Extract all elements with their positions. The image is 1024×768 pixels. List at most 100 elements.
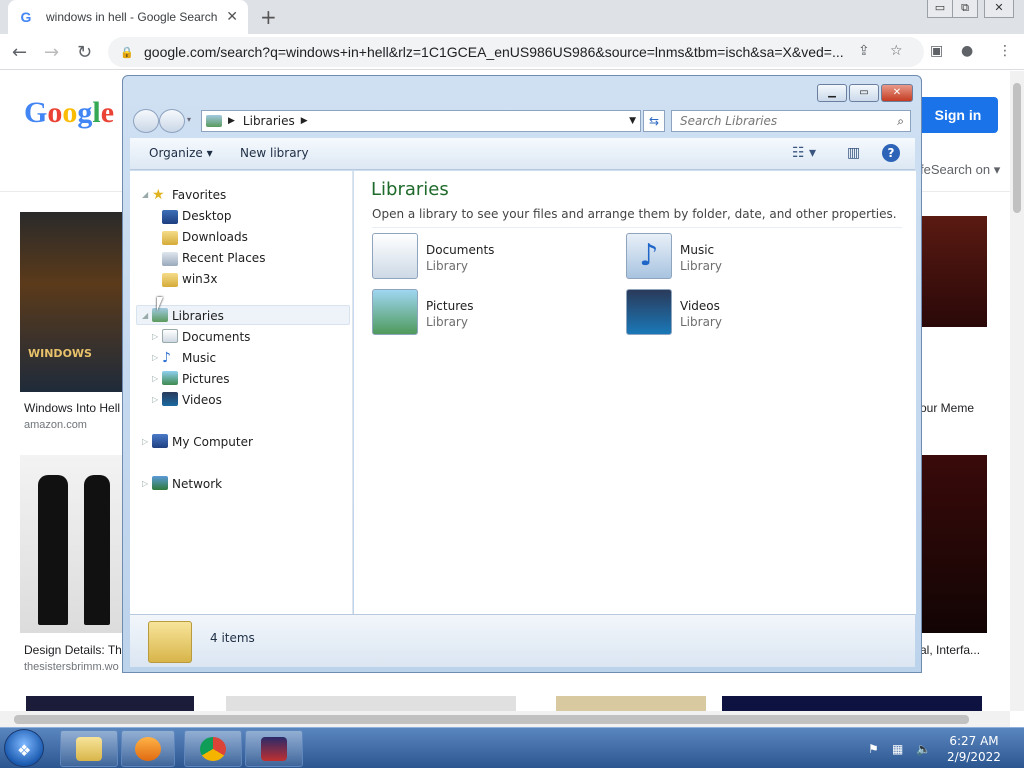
- lock-icon: 🔒: [120, 46, 134, 59]
- collapse-triangle-icon[interactable]: ▷: [142, 479, 148, 488]
- network-icon: [152, 476, 168, 490]
- result-caption[interactable]: our Meme: [920, 401, 974, 415]
- address-dropdown-icon[interactable]: ▼: [629, 116, 636, 126]
- taskbar-dosbox-button[interactable]: [245, 730, 303, 767]
- page-vertical-scrollbar[interactable]: [1010, 71, 1024, 711]
- library-name: Documents: [426, 243, 495, 257]
- nav-pictures[interactable]: Pictures: [182, 372, 230, 386]
- pictures-icon: [162, 371, 178, 385]
- search-icon[interactable]: ⌕: [897, 111, 904, 131]
- library-name: Videos: [680, 299, 720, 313]
- explorer-command-bar: Organize ▾ New library ☷ ▾ ▥ ?: [130, 138, 915, 170]
- breadcrumb-arrow-icon[interactable]: ▶: [228, 116, 235, 126]
- browser-toolbar: ← → ↻ 🔒 google.com/search?q=windows+in+h…: [0, 34, 1024, 70]
- collapse-triangle-icon[interactable]: ▷: [152, 332, 158, 341]
- result-caption[interactable]: Design Details: Th: [24, 643, 122, 657]
- taskbar-chrome-button[interactable]: [184, 730, 242, 767]
- nav-my-computer[interactable]: My Computer: [172, 435, 253, 449]
- taskbar-media-player-button[interactable]: [121, 730, 175, 767]
- browser-close-button[interactable]: ✕: [984, 0, 1014, 18]
- windows-logo-icon: ❖: [17, 741, 32, 760]
- tab-close-icon[interactable]: ✕: [226, 9, 238, 25]
- computer-icon: [152, 434, 168, 448]
- profile-avatar-icon[interactable]: ●: [961, 43, 973, 59]
- explorer-minimize-button[interactable]: ▁: [817, 84, 847, 102]
- result-source[interactable]: thesistersbrimm.wo: [24, 661, 119, 673]
- share-icon[interactable]: ⇪: [858, 43, 870, 59]
- result-thumbnail[interactable]: [556, 696, 706, 711]
- nav-music[interactable]: Music: [182, 351, 216, 365]
- collapse-triangle-icon[interactable]: ▷: [152, 374, 158, 383]
- breadcrumb-libraries[interactable]: Libraries: [243, 114, 295, 128]
- breadcrumb-arrow-icon[interactable]: ▶: [301, 116, 308, 126]
- collapse-triangle-icon[interactable]: ▷: [152, 353, 158, 362]
- help-button[interactable]: ?: [882, 144, 900, 162]
- google-favicon-icon: G: [20, 9, 32, 25]
- explorer-close-button[interactable]: ✕: [881, 84, 913, 102]
- forward-arrow-icon[interactable]: →: [44, 42, 59, 63]
- nav-recent-places[interactable]: Recent Places: [182, 251, 265, 265]
- google-doodle-logo[interactable]: Google: [24, 96, 114, 130]
- explorer-forward-button[interactable]: [159, 109, 185, 133]
- explorer-details-pane: 4 items: [130, 614, 915, 667]
- new-library-button[interactable]: New library: [240, 146, 309, 160]
- bookmark-star-icon[interactable]: ☆: [890, 43, 903, 59]
- new-tab-button[interactable]: +: [260, 5, 277, 29]
- start-button[interactable]: ❖: [4, 729, 44, 767]
- library-type: Library: [426, 259, 468, 273]
- result-caption[interactable]: al, Interfa...: [920, 643, 980, 657]
- search-placeholder: Search Libraries: [680, 114, 778, 128]
- item-count: 4 items: [210, 631, 255, 645]
- nav-favorites[interactable]: Favorites: [172, 188, 226, 202]
- nav-network[interactable]: Network: [172, 477, 222, 491]
- recent-pages-chevron-icon[interactable]: ▾: [187, 115, 191, 124]
- reload-icon[interactable]: ↻: [77, 42, 92, 63]
- nav-libraries[interactable]: Libraries: [172, 309, 224, 323]
- explorer-maximize-button[interactable]: ▭: [849, 84, 879, 102]
- volume-icon[interactable]: 🔈: [916, 742, 931, 756]
- back-arrow-icon[interactable]: ←: [12, 42, 27, 63]
- nav-win3x[interactable]: win3x: [182, 272, 218, 286]
- nav-documents[interactable]: Documents: [182, 330, 250, 344]
- side-panel-icon[interactable]: ▣: [930, 43, 943, 59]
- nav-videos[interactable]: Videos: [182, 393, 222, 407]
- expand-triangle-icon[interactable]: ◢: [142, 311, 148, 320]
- browser-restore-button[interactable]: ⧉: [952, 0, 978, 18]
- expand-triangle-icon[interactable]: ◢: [142, 190, 148, 199]
- clock-time: 6:27 AM: [949, 734, 999, 748]
- result-thumbnail[interactable]: [26, 696, 194, 711]
- sign-in-button[interactable]: Sign in: [918, 97, 998, 133]
- taskbar-explorer-button[interactable]: [60, 730, 118, 767]
- taskbar-clock[interactable]: 6:27 AM 2/9/2022: [944, 733, 1004, 765]
- result-thumbnail[interactable]: [920, 216, 987, 327]
- explorer-address-bar[interactable]: ▶ Libraries ▶ ▼: [201, 110, 641, 132]
- thumb-badge: WINDOWS: [28, 347, 92, 360]
- browser-minimize-button[interactable]: ▭: [927, 0, 953, 18]
- nav-desktop[interactable]: Desktop: [182, 209, 232, 223]
- action-center-flag-icon[interactable]: ⚑: [868, 742, 879, 756]
- result-source[interactable]: amazon.com: [24, 419, 87, 431]
- result-caption[interactable]: Windows Into Hell: [24, 401, 120, 415]
- result-thumbnail[interactable]: WINDOWS: [20, 212, 124, 392]
- browser-tab[interactable]: G windows in hell - Google Search ✕: [8, 0, 248, 34]
- result-thumbnail[interactable]: [722, 696, 982, 711]
- result-thumbnail[interactable]: [920, 455, 987, 633]
- explorer-back-button[interactable]: [133, 109, 159, 133]
- explorer-refresh-button[interactable]: ⇆: [643, 110, 665, 132]
- change-view-icon[interactable]: ☷ ▾: [792, 145, 816, 161]
- network-tray-icon[interactable]: ▦: [892, 742, 903, 756]
- result-thumbnail[interactable]: [20, 455, 124, 633]
- collapse-triangle-icon[interactable]: ▷: [142, 437, 148, 446]
- organize-button[interactable]: Organize ▾: [149, 146, 213, 160]
- collapse-triangle-icon[interactable]: ▷: [152, 395, 158, 404]
- address-bar[interactable]: 🔒 google.com/search?q=windows+in+hell&rl…: [108, 37, 924, 67]
- nav-downloads[interactable]: Downloads: [182, 230, 248, 244]
- library-type: Library: [680, 315, 722, 329]
- explorer-search-input[interactable]: Search Libraries ⌕: [671, 110, 911, 132]
- windows-taskbar: ❖ ⚑ ▦ 🔈 6:27 AM 2/9/2022: [0, 727, 1024, 768]
- preview-pane-icon[interactable]: ▥: [847, 145, 860, 161]
- page-horizontal-scrollbar[interactable]: [0, 711, 1010, 727]
- menu-kebab-icon[interactable]: ⋮: [998, 43, 1012, 59]
- safesearch-toggle[interactable]: feSearch on ▾: [920, 162, 1000, 178]
- result-thumbnail[interactable]: [226, 696, 516, 711]
